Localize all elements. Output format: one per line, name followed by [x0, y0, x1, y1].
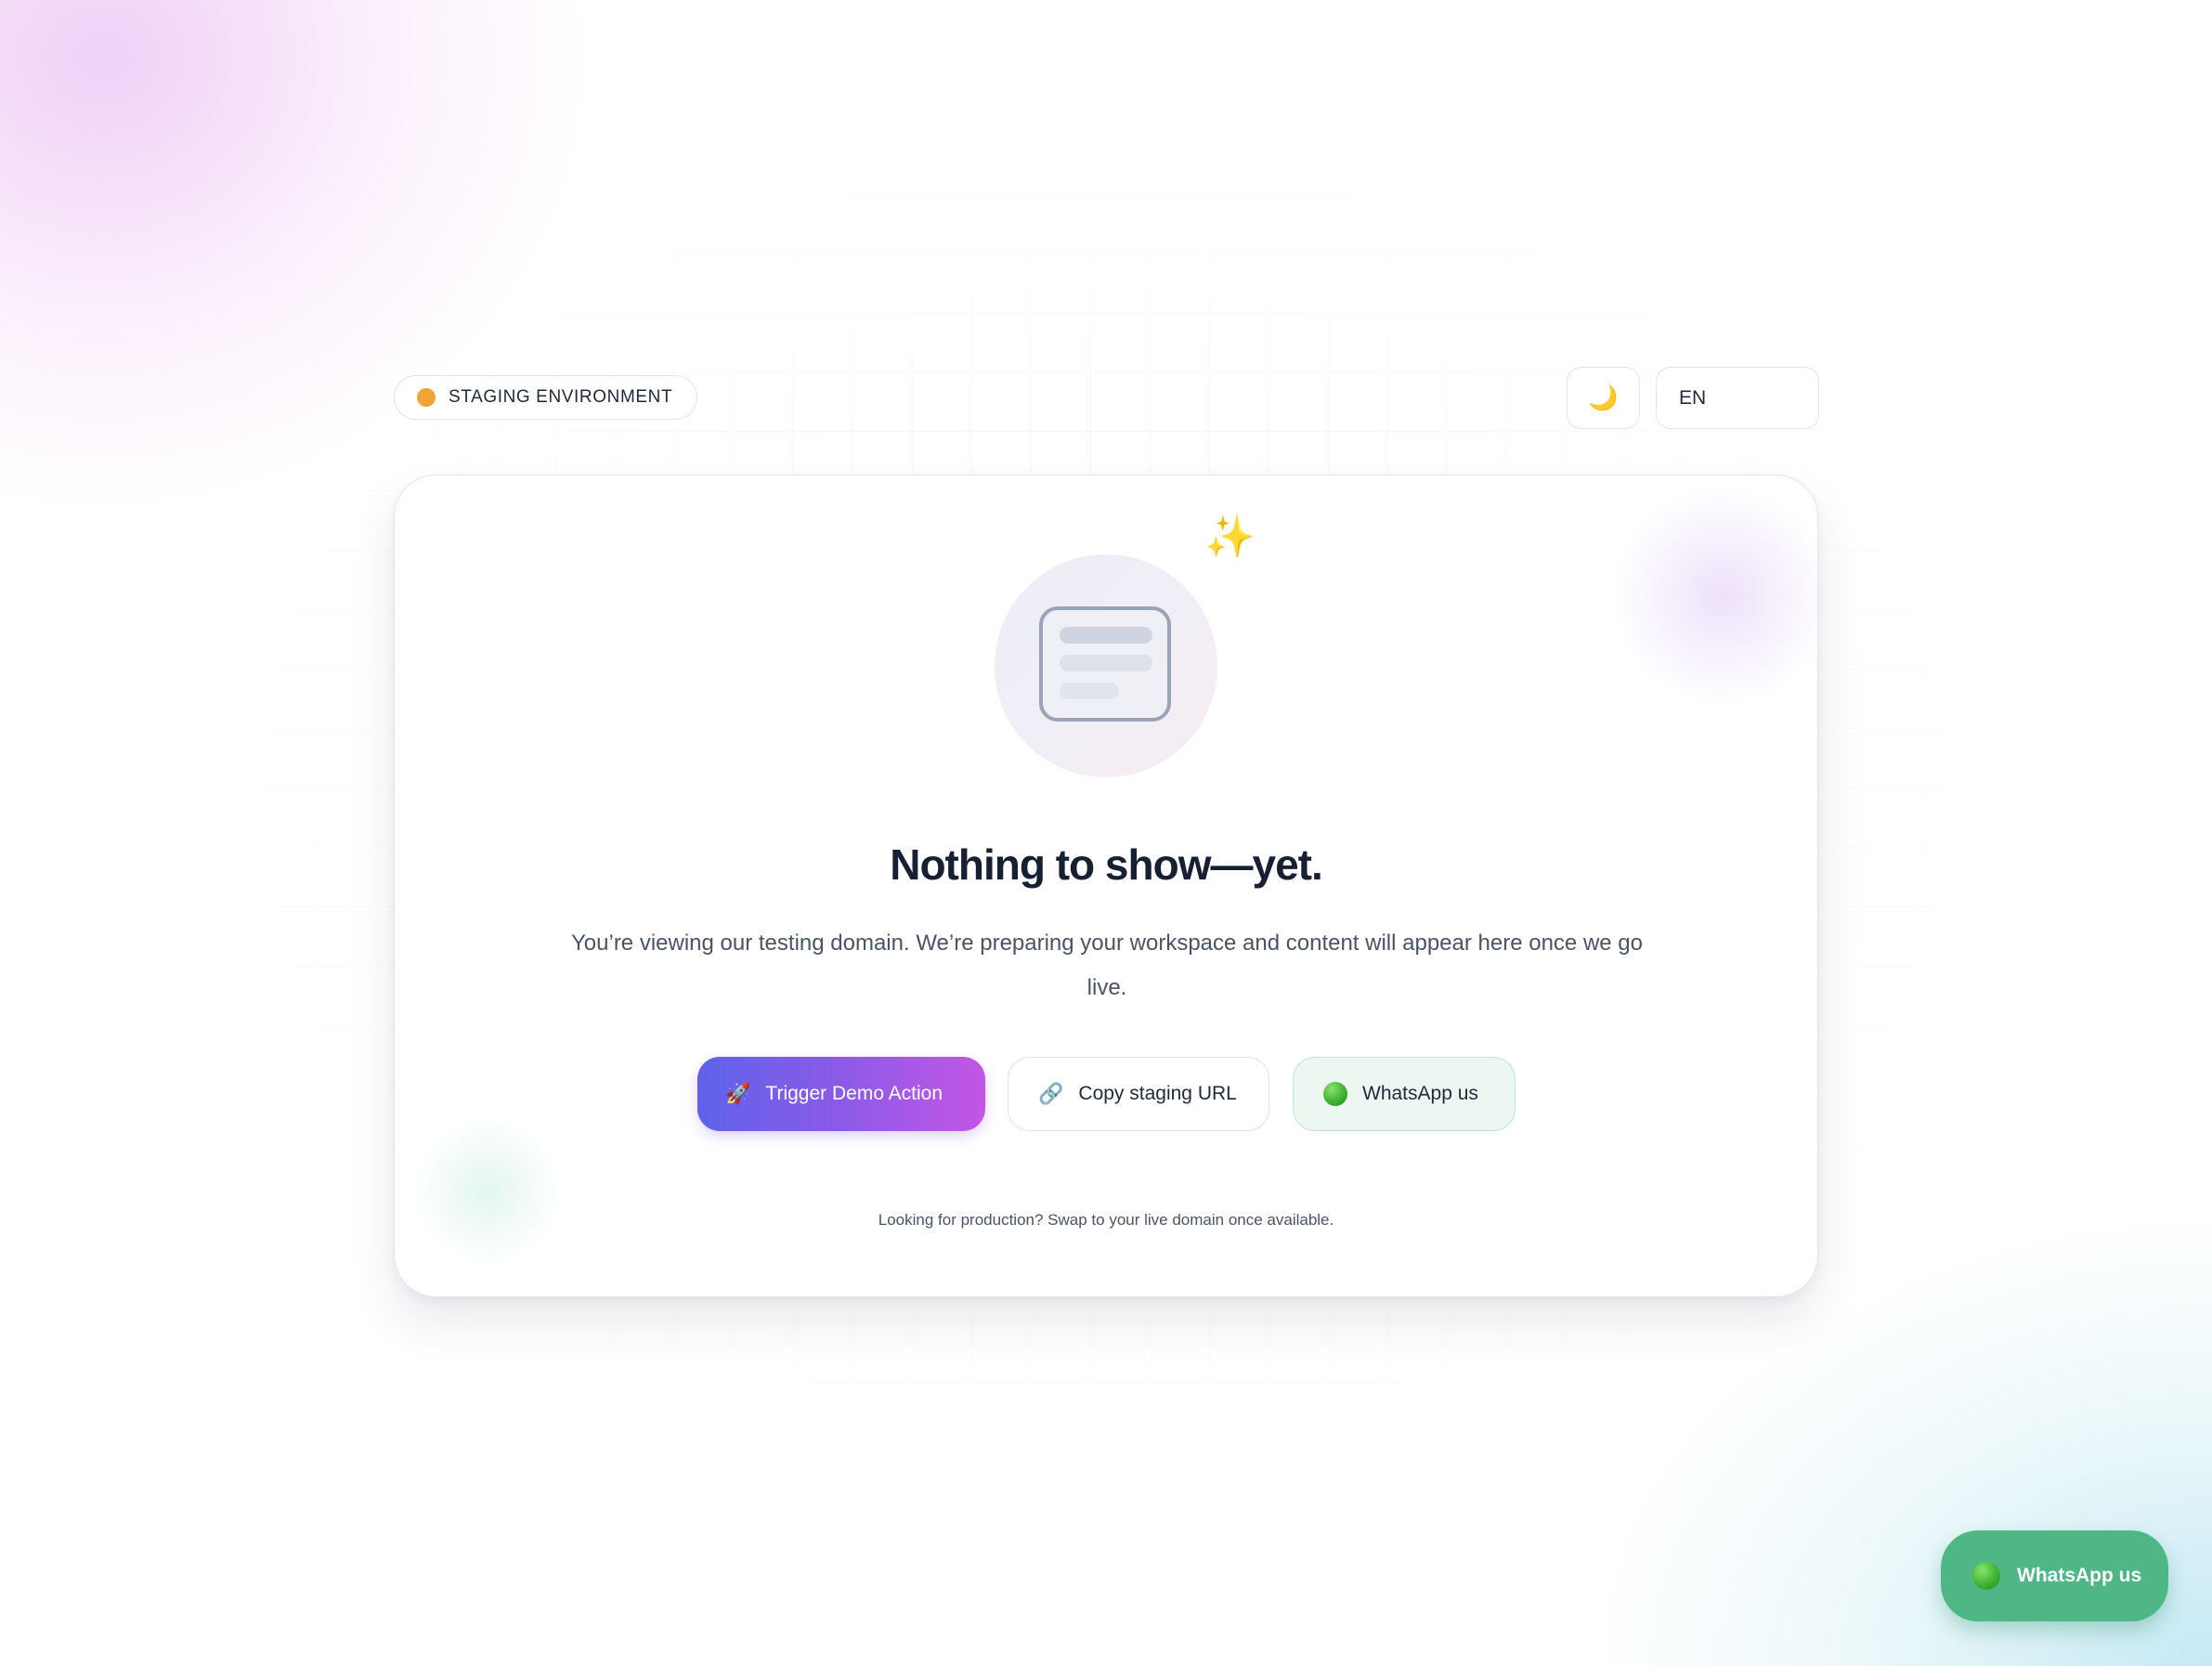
language-value: EN: [1679, 386, 1707, 409]
trigger-demo-action-label: Trigger Demo Action: [765, 1083, 943, 1104]
empty-state-description: You’re viewing our testing domain. We’re…: [570, 931, 1643, 1000]
link-icon: 🔗: [1038, 1082, 1064, 1105]
copy-staging-url-button[interactable]: 🔗 Copy staging URL: [1008, 1057, 1269, 1131]
whatsapp-button[interactable]: WhatsApp us: [1293, 1057, 1516, 1131]
green-circle-icon: [1972, 1562, 2000, 1590]
floating-whatsapp-button[interactable]: WhatsApp us: [1941, 1530, 2168, 1621]
trigger-demo-action-button[interactable]: 🚀 Trigger Demo Action: [697, 1057, 985, 1131]
status-dot-icon: [417, 388, 436, 407]
staging-environment-badge: STAGING ENVIRONMENT: [394, 375, 698, 420]
decorative-glow: [1611, 485, 1817, 708]
production-footnote: Looking for production? Swap to your liv…: [878, 1211, 1334, 1229]
empty-state-title: Nothing to show—yet.: [890, 840, 1323, 889]
sparkles-icon: ✨: [1204, 514, 1256, 560]
moon-icon: 🌙: [1588, 384, 1619, 411]
theme-toggle-button[interactable]: 🌙: [1567, 367, 1640, 429]
green-circle-icon: [1323, 1082, 1347, 1106]
empty-state-illustration: [995, 554, 1217, 777]
floating-whatsapp-label: WhatsApp us: [2017, 1565, 2142, 1586]
environment-label: STAGING ENVIRONMENT: [449, 387, 673, 407]
decorative-glow: [413, 1116, 562, 1265]
language-select[interactable]: EN: [1656, 367, 1819, 429]
empty-state-card: ✨ Nothing to show—yet. You’re viewing ou…: [394, 475, 1818, 1297]
rocket-icon: 🚀: [725, 1082, 751, 1105]
page: STAGING ENVIRONMENT 🌙 EN ✨ Nothing to sh…: [0, 0, 2212, 1666]
whatsapp-label: WhatsApp us: [1362, 1083, 1478, 1104]
document-icon: [1039, 606, 1171, 722]
copy-staging-url-label: Copy staging URL: [1078, 1083, 1237, 1104]
